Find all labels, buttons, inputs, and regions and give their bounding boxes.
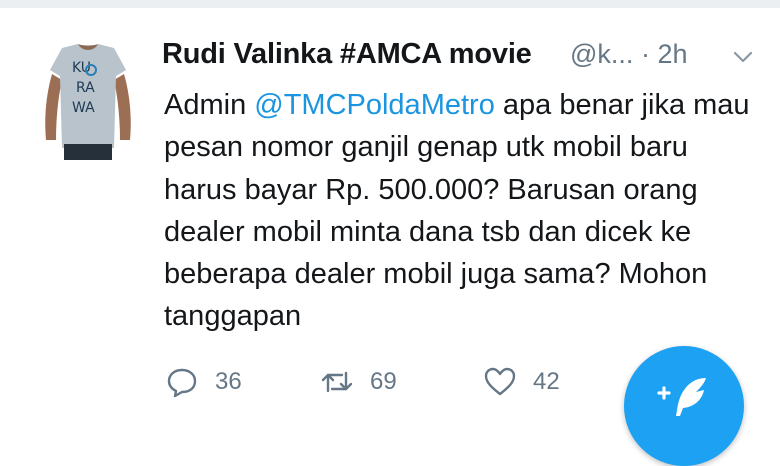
retweet-button[interactable]: 69 [320,362,397,402]
author-handle[interactable]: @k... [570,39,633,69]
retweet-icon [321,371,353,393]
tweet-text-rest: apa benar jika mau pesan nomor ganjil ge… [164,89,750,333]
mention-link[interactable]: @TMCPoldaMetro [254,89,495,121]
tweet-text: Admin @TMCPoldaMetro apa benar jika mau … [164,84,764,338]
chevron-down-icon[interactable] [732,46,754,68]
tweet-header: Rudi Valinka #AMCA movie @k... · 2h [162,38,762,82]
compose-tweet-button[interactable] [624,346,744,466]
reply-icon [167,368,197,398]
author-name[interactable]: Rudi Valinka #AMCA movie [162,38,532,71]
compose-tweet-icon [657,378,706,416]
retweet-count: 69 [370,368,397,395]
tweet-text-start: Admin [164,89,255,121]
top-divider [0,0,780,8]
heart-icon [484,367,516,396]
tweet-time[interactable]: 2h [657,39,687,69]
like-count: 42 [533,368,560,395]
avatar-shirt-text-2: RA [76,80,95,96]
reply-count: 36 [215,368,242,395]
meta-separator: · [640,39,650,69]
like-button[interactable]: 42 [483,362,560,402]
avatar[interactable]: KU RA WA [38,40,138,160]
reply-button[interactable]: 36 [165,362,242,402]
tweet-actions: 36 69 42 [165,362,615,402]
avatar-shirt-text-3: WA [72,100,95,116]
author-meta: @k... · 2h [570,39,688,70]
